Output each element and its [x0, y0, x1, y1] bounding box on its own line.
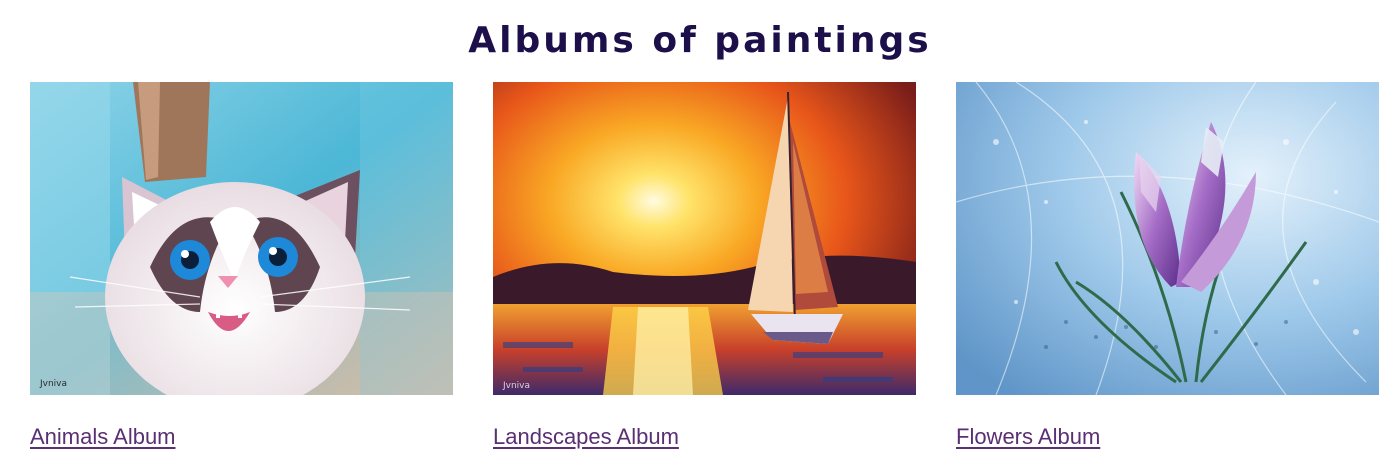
album-card-flowers: Flowers Album	[956, 82, 1379, 450]
animals-album-link[interactable]: Animals Album	[30, 424, 176, 450]
flowers-album-thumbnail[interactable]	[956, 82, 1379, 395]
album-grid: Jvniva Animals Album Jvniva Landscapes A…	[0, 82, 1400, 449]
page-title: Albums of paintings	[468, 20, 932, 61]
sunset-sailboat-painting-image: Jvniva	[493, 82, 916, 395]
svg-text:Jvniva: Jvniva	[39, 379, 67, 389]
landscapes-album-thumbnail[interactable]: Jvniva	[493, 82, 916, 395]
album-card-landscapes: Jvniva Landscapes Album	[493, 82, 916, 450]
flowers-album-link[interactable]: Flowers Album	[956, 424, 1100, 450]
animals-album-thumbnail[interactable]: Jvniva	[30, 82, 453, 395]
album-card-animals: Jvniva Animals Album	[30, 82, 453, 450]
svg-text:Jvniva: Jvniva	[502, 381, 530, 391]
landscapes-album-link[interactable]: Landscapes Album	[493, 424, 679, 450]
crocus-flower-painting-image	[956, 82, 1379, 395]
cat-painting-image: Jvniva	[30, 82, 453, 395]
